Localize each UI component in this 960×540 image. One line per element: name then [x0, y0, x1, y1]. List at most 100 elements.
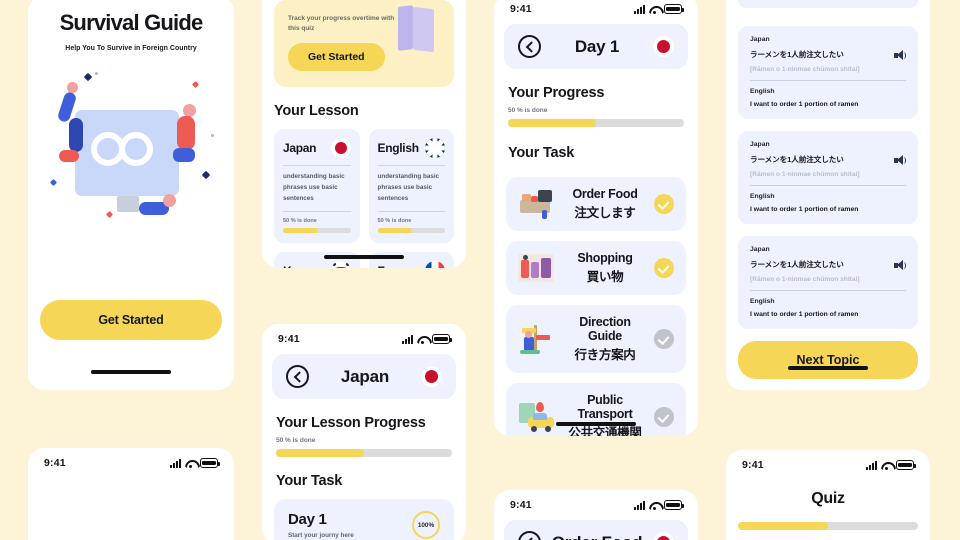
lesson-name: English	[377, 141, 420, 156]
shopping-store-icon	[518, 252, 556, 284]
battery-icon	[896, 460, 916, 470]
speaker-icon[interactable]	[894, 50, 906, 61]
task-progress-ring: 100%	[412, 511, 440, 539]
battery-icon	[432, 334, 452, 344]
speaker-icon[interactable]	[894, 155, 906, 166]
cellular-bars-icon	[170, 458, 181, 468]
phrase-card[interactable]: Japan ラーメンを1人前注文したい [Rāmen o 1-ninmae ch…	[738, 236, 918, 329]
lesson-name: Korean	[283, 264, 323, 268]
flag-united-kingdom-icon	[425, 138, 445, 159]
status-time: 9:41	[742, 459, 764, 471]
taxi-map-icon	[518, 401, 556, 433]
task-day-label: Day 1	[288, 511, 327, 528]
back-chevron-icon[interactable]	[518, 531, 541, 540]
task-check-icon[interactable]	[654, 407, 674, 427]
phrase-en-label: English	[750, 193, 775, 200]
quiz-promo-card[interactable]: Track your progress overtime with this q…	[274, 0, 454, 88]
flag-japan-icon	[330, 138, 351, 159]
screen-japan-lesson: 9:41 Japan Your Lesson Progress 50 % is …	[262, 324, 466, 540]
home-indicator[interactable]	[91, 370, 171, 374]
phrase-card[interactable]: Japan ラーメンを1人前注文したい [Rāmen o 1-ninmae ch…	[738, 26, 918, 119]
section-title-your-task: Your Task	[276, 473, 343, 489]
wifi-icon	[649, 501, 660, 511]
task-title-ja: 行き方案内	[574, 348, 636, 362]
task-note: Start your journy here	[288, 532, 354, 539]
nav-header: Order Food	[504, 520, 688, 540]
screen-day-1: 9:41 Day 1 Your Progress 50 % is done Yo…	[494, 0, 698, 436]
battery-icon	[664, 4, 684, 14]
flag-france-icon	[425, 261, 445, 268]
task-check-icon[interactable]	[654, 329, 674, 349]
battery-icon	[200, 458, 220, 468]
wifi-icon	[185, 459, 196, 469]
home-indicator[interactable]	[324, 255, 404, 259]
screen-blank: 9:41	[28, 448, 234, 540]
status-time: 9:41	[278, 333, 300, 345]
divider	[283, 211, 351, 213]
phrase-english: I want to order 1 portion of ramen	[750, 101, 859, 108]
progress-label: 50 % is done	[276, 437, 316, 444]
task-card-day-1[interactable]: Day 1 Start your journy here 100%	[274, 499, 454, 540]
task-check-icon[interactable]	[654, 194, 674, 214]
lesson-description: understanding basic phrases use basic se…	[377, 173, 440, 202]
progress-bar	[276, 449, 452, 457]
phrase-romaji: [Rāmen o 1-ninmae chūmon shitai]	[750, 66, 860, 73]
lesson-name: France	[378, 264, 416, 268]
lesson-progress-bar	[377, 228, 445, 234]
lesson-card-japan[interactable]: Japan understanding basic phrases use ba…	[274, 129, 360, 244]
phrase-japanese: ラーメンを1人前注文したい	[750, 50, 844, 59]
section-title-your-task: Your Task	[508, 145, 575, 161]
task-row-direction-guide[interactable]: Direction Guide 行き方案内	[506, 305, 686, 373]
task-row-shopping[interactable]: Shopping 買い物	[506, 241, 686, 295]
progress-label: 50 % is done	[508, 107, 548, 114]
phrase-lang-label: Japan	[750, 36, 770, 43]
phrase-lang-label: Japan	[750, 246, 770, 253]
status-time: 9:41	[510, 3, 532, 15]
page-title: Quiz	[811, 490, 845, 507]
phrase-card[interactable]: Japan ラーメンを1人前注文したい [Rāmen o 1-ninmae ch…	[738, 131, 918, 224]
home-indicator[interactable]	[556, 422, 636, 426]
cellular-bars-icon	[866, 460, 877, 470]
wifi-icon	[417, 335, 428, 345]
lesson-description: understanding basic phrases use basic se…	[283, 173, 345, 202]
task-title-en: Direction Guide	[579, 315, 631, 343]
home-indicator[interactable]	[788, 366, 868, 370]
speaker-icon[interactable]	[894, 260, 906, 271]
status-bar: 9:41	[28, 448, 234, 472]
phrase-en-label: English	[750, 298, 775, 305]
quiz-get-started-button[interactable]: Get Started	[288, 43, 385, 72]
wifi-icon	[649, 5, 660, 15]
page-title: Survival Guide	[59, 10, 204, 35]
progress-title: Your Lesson Progress	[276, 415, 426, 431]
lesson-card-grid: Japan understanding basic phrases use ba…	[262, 129, 466, 268]
section-title-your-lesson: Your Lesson	[274, 103, 359, 120]
flag-japan-icon	[653, 532, 674, 540]
task-row-order-food[interactable]: Order Food 注文します	[506, 177, 686, 231]
flag-japan-icon	[653, 36, 674, 57]
status-bar: 9:41	[726, 450, 930, 474]
screen-phrases: Japan ラーメンを1人前注文したい [Rāmen o 1-ninmae ch…	[726, 0, 930, 390]
task-title-ja: 買い物	[586, 270, 624, 284]
nav-title: Day 1	[574, 36, 620, 56]
back-chevron-icon[interactable]	[286, 365, 309, 388]
task-check-icon[interactable]	[654, 258, 674, 278]
screen-lesson-list: Track your progress overtime with this q…	[262, 0, 466, 268]
divider	[750, 290, 906, 291]
lesson-progress-label: 50 % is done	[377, 218, 412, 225]
divider	[377, 165, 445, 167]
signpost-icon	[518, 323, 556, 355]
wifi-icon	[881, 461, 892, 471]
status-bar: 9:41	[494, 490, 698, 514]
task-row-public-transport[interactable]: Public Transport 公共交通機関	[506, 383, 686, 436]
status-time: 9:41	[510, 499, 532, 511]
phrase-romaji: [Rāmen o 1-ninmae chūmon shitai]	[750, 276, 860, 283]
phrase-romaji: [Rāmen o 1-ninmae chūmon shitai]	[750, 171, 860, 178]
phrase-english: I want to order 1 portion of ramen	[750, 311, 859, 318]
lesson-card-english[interactable]: English understanding basic phrases use …	[368, 129, 454, 244]
back-chevron-icon[interactable]	[518, 35, 541, 58]
next-topic-button[interactable]: Next Topic	[738, 341, 918, 379]
get-started-button[interactable]: Get Started	[40, 300, 222, 340]
onboarding-illustration	[43, 64, 219, 244]
divider	[750, 80, 906, 81]
quiz-progress-bar	[738, 522, 918, 530]
